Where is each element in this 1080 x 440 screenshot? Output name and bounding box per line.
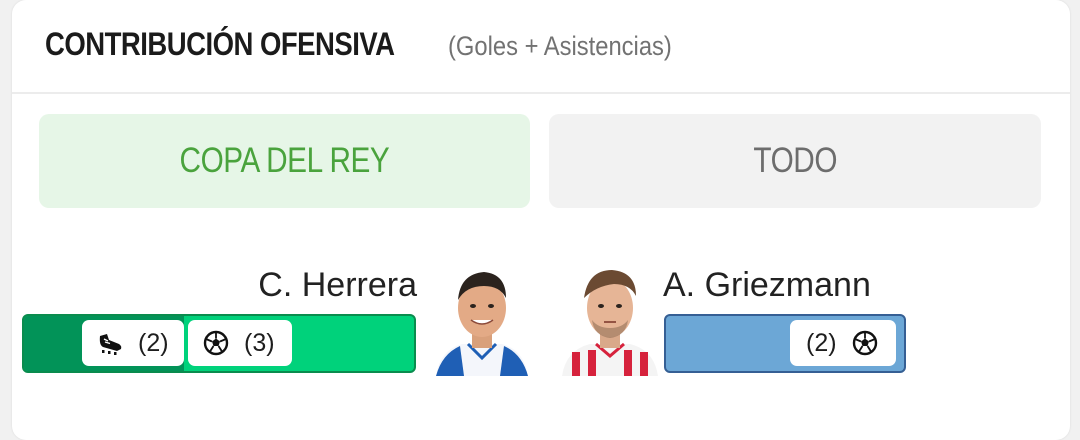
offensive-contribution-card: CONTRIBUCIÓN OFENSIVA (Goles + Asistenci…	[12, 0, 1070, 440]
player-name-left: C. Herrera	[258, 266, 417, 304]
right-player-contribution-bar: (2)	[664, 314, 906, 373]
card-subtitle: (Goles + Asistencias)	[448, 31, 672, 61]
goals-count: (2)	[806, 328, 837, 357]
goals-chip: (3)	[188, 320, 292, 366]
tab-todo[interactable]: TODO	[549, 114, 1041, 208]
card-header: CONTRIBUCIÓN OFENSIVA (Goles + Asistenci…	[12, 0, 1070, 94]
assists-count: (2)	[138, 328, 169, 357]
player-photo-left	[426, 258, 538, 376]
player-photo-right	[554, 258, 666, 376]
soccer-ball-icon	[849, 327, 881, 359]
card-title: CONTRIBUCIÓN OFENSIVA	[45, 26, 395, 62]
boot-icon	[94, 327, 126, 359]
player-name-right: A. Griezmann	[663, 266, 871, 304]
soccer-ball-icon	[200, 327, 232, 359]
goals-chip: (2)	[790, 320, 896, 366]
goals-count: (3)	[244, 328, 275, 357]
tab-label: TODO	[753, 141, 837, 180]
tab-label: COPA DEL REY	[179, 141, 390, 180]
assists-chip: (2)	[82, 320, 184, 366]
left-player-contribution-bar: (2) (3)	[22, 314, 416, 373]
tab-copa-del-rey[interactable]: COPA DEL REY	[39, 114, 530, 208]
